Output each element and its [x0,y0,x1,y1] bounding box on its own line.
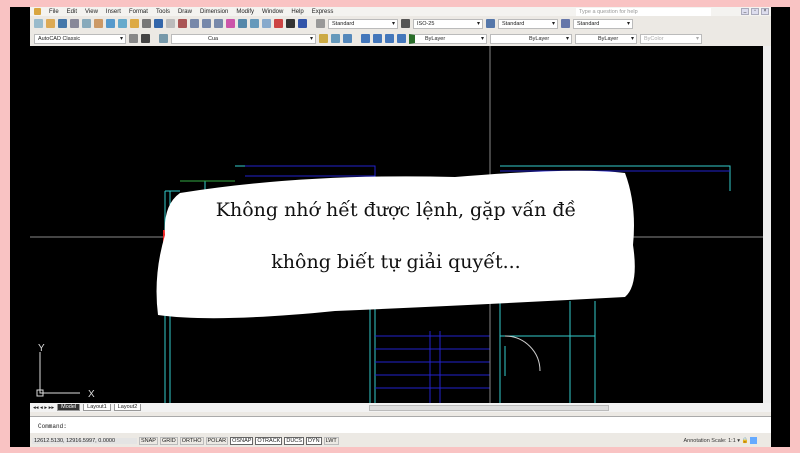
workspace-settings-icon[interactable] [129,34,138,43]
color-select[interactable]: ByLayer [409,33,487,44]
dim-style-icon [401,19,410,28]
horizontal-scrollbar[interactable] [369,404,610,411]
layers-toolbar: AutoCAD Classic Cua ByLayer ByLayer ByLa… [30,31,771,46]
properties-icon[interactable] [226,19,235,28]
menu-window[interactable]: Window [262,9,283,15]
paste-icon[interactable] [130,19,139,28]
close-button[interactable]: × [761,8,769,15]
menu-file[interactable]: File [49,9,59,15]
workspace-select[interactable]: AutoCAD Classic [34,33,126,44]
layer-previous-icon[interactable] [331,34,340,43]
make-current-icon[interactable] [319,34,328,43]
ortho-toggle[interactable]: ORTHO [179,436,204,445]
annotation-scale-value[interactable]: 1:1 [728,438,736,444]
layer-state-icon[interactable] [343,34,352,43]
command-prompt: Command: [38,423,67,430]
text-style-select[interactable]: Standard [328,18,398,29]
workspace-icon[interactable] [141,34,150,43]
layout-tabs: ◂◂ ◂ ▸ ▸▸ Model Layout1 Layout2 [30,403,771,412]
sheet-set-icon[interactable] [262,19,271,28]
help-icon[interactable] [298,19,307,28]
layer-select[interactable]: Cua [171,33,316,44]
cut-icon[interactable] [106,19,115,28]
ucs-y-label: Y [38,343,45,354]
tab-layout1[interactable]: Layout1 [83,404,111,411]
mleader-style-select[interactable]: Standard [573,18,633,29]
print-icon[interactable] [70,19,79,28]
menu-dimension[interactable]: Dimension [200,9,228,15]
grid-toggle[interactable]: GRID [159,436,178,445]
ducs-toggle[interactable]: DUCS [284,436,304,445]
dim-style-select[interactable]: ISO-25 [413,18,483,29]
redo-icon[interactable] [166,19,175,28]
command-line[interactable]: Command: [30,416,771,433]
copy-icon[interactable] [118,19,127,28]
annotation-scale[interactable]: Annotation Scale: 1:1 ▾ 🔒 [683,437,757,444]
ucs-icon [36,352,80,397]
polar-toggle[interactable]: POLAR [205,436,229,445]
save-icon[interactable] [58,19,67,28]
paper-blob [156,170,635,319]
help-search-input[interactable]: Type a question for help [576,8,711,16]
menu-view[interactable]: View [85,9,98,15]
otrack-toggle[interactable]: OTRACK [255,436,283,445]
tab-layout2[interactable]: Layout2 [113,404,142,411]
tab-model[interactable]: Model [57,404,81,411]
undo-icon[interactable] [154,19,163,28]
status-bar: 12612.5130, 12916.5997, 0.0000 SNAP GRID… [30,434,771,447]
tool-palettes-icon[interactable] [250,19,259,28]
menu-express[interactable]: Express [312,9,334,15]
lineweight-select[interactable]: ByLayer [575,33,637,44]
lock-icon[interactable]: 🔒 [742,438,749,444]
caption-line-1: Không nhớ hết được lệnh, gặp vấn đề [215,199,577,221]
minimize-button[interactable]: _ [741,8,749,15]
open-icon[interactable] [46,19,55,28]
new-icon[interactable] [34,19,43,28]
zoom-previous-icon[interactable] [214,19,223,28]
match-properties-icon[interactable] [142,19,151,28]
menu-format[interactable]: Format [129,9,148,15]
menu-edit[interactable]: Edit [67,9,77,15]
linetype-select[interactable]: ByLayer [490,33,572,44]
layer-manager-icon[interactable] [159,34,168,43]
send-under-icon[interactable] [397,34,406,43]
menu-tools[interactable]: Tools [156,9,170,15]
tab-nav-arrows[interactable]: ◂◂ ◂ ▸ ▸▸ [33,405,54,411]
zoom-realtime-icon[interactable] [190,19,199,28]
markup-icon[interactable] [274,19,283,28]
calculator-icon[interactable] [286,19,295,28]
clean-screen-icon[interactable] [750,437,757,444]
text-style-icon [316,19,325,28]
menu-insert[interactable]: Insert [106,9,121,15]
caption-overlay: Không nhớ hết được lệnh, gặp vấn đề khôn… [155,165,637,321]
restore-button[interactable]: ▫ [751,8,759,15]
send-back-icon[interactable] [373,34,382,43]
publish-icon[interactable] [94,19,103,28]
standard-toolbar: Standard ISO-25 Standard Standard [30,16,771,31]
mleader-style-icon [561,19,570,28]
table-style-select[interactable]: Standard [498,18,558,29]
preview-icon[interactable] [82,19,91,28]
plotstyle-select[interactable]: ByColor [640,33,702,44]
osnap-toggle[interactable]: OSNAP [230,436,254,445]
menu-modify[interactable]: Modify [236,9,254,15]
vertical-scrollbar[interactable] [763,46,771,403]
coordinates-readout: 12612.5130, 12916.5997, 0.0000 [32,437,137,444]
zoom-window-icon[interactable] [202,19,211,28]
bring-above-icon[interactable] [385,34,394,43]
ucs-x-label: X [88,389,95,400]
app-icon[interactable] [34,8,41,15]
menu-draw[interactable]: Draw [178,9,192,15]
bring-front-icon[interactable] [361,34,370,43]
dyn-toggle[interactable]: DYN [305,436,322,445]
caption-line-2: không biết tự giải quyết... [271,251,521,273]
lwt-toggle[interactable]: LWT [323,436,339,445]
annotation-scale-label: Annotation Scale: [683,437,727,444]
pan-icon[interactable] [178,19,187,28]
design-center-icon[interactable] [238,19,247,28]
table-style-icon [486,19,495,28]
menu-help[interactable]: Help [291,9,303,15]
snap-toggle[interactable]: SNAP [139,436,158,445]
